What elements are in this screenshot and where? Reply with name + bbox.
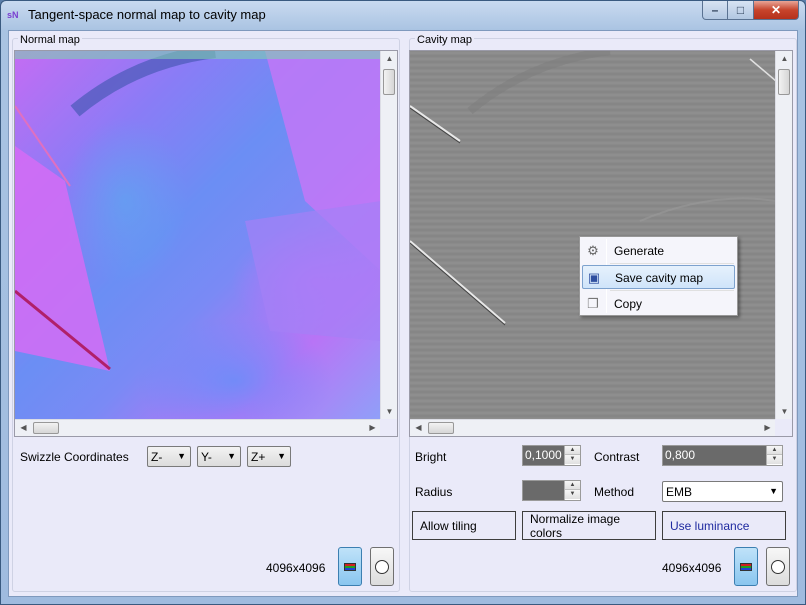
swizzle-x-select[interactable]: Z- ▼ [147,446,191,467]
normalize-image-colors-toggle[interactable]: Normalize image colors [522,511,656,540]
spin-down-icon[interactable]: ▼ [565,490,580,499]
title-bar[interactable]: sN Tangent-space normal map to cavity ma… [1,1,805,29]
menu-item-save-label: Save cavity map [615,271,704,285]
swizzle-y-value: Y- [201,450,212,464]
chevron-down-icon: ▼ [769,486,778,496]
vertical-scroll-thumb[interactable] [778,69,790,95]
menu-item-generate[interactable]: ⚙ Generate [582,239,735,263]
use-luminance-toggle[interactable]: Use luminance [662,511,786,540]
scroll-left-icon[interactable]: ◀ [15,423,32,433]
swizzle-z-value: Z+ [251,450,266,464]
normal-map-vertical-scrollbar[interactable]: ▲ ▼ [380,51,397,421]
swizzle-coordinates-label: Swizzle Coordinates [20,450,129,464]
cavity-map-size-label: 4096x4096 [662,561,722,575]
contrast-label: Contrast [594,450,640,464]
normal-map-group-label: Normal map [18,34,82,46]
menu-separator [610,263,734,264]
circle-icon [375,559,389,574]
method-label: Method [594,485,635,499]
menu-item-generate-label: Generate [614,244,665,258]
spin-up-icon[interactable]: ▲ [565,481,580,490]
normal-map-horizontal-scrollbar[interactable]: ◀ ▶ [15,419,381,436]
normal-map-panel: Normal map ▲ ▼ ◀ ▶ Swizzle Coordinates Z… [9,31,402,594]
gear-icon: ⚙ [587,243,599,258]
scroll-down-icon[interactable]: ▼ [776,407,792,417]
copy-icon: ❐ [587,296,599,311]
horizontal-scroll-thumb[interactable] [33,422,59,434]
cavity-map-color-toggle-button[interactable] [734,547,758,586]
chevron-down-icon: ▼ [177,451,186,461]
chevron-down-icon: ▼ [227,451,236,461]
normal-map-size-label: 4096x4096 [266,561,326,575]
app-icon: sN [7,10,19,20]
scroll-right-icon[interactable]: ▶ [364,423,381,433]
allow-tiling-toggle[interactable]: Allow tiling [412,511,516,540]
scroll-up-icon[interactable]: ▲ [776,54,792,64]
swizzle-y-select[interactable]: Y- ▼ [197,446,241,467]
menu-item-copy[interactable]: ❐ Copy [582,292,735,316]
contrast-value[interactable]: 0,800 [663,446,766,465]
scroll-left-icon[interactable]: ◀ [410,423,427,433]
spin-down-icon[interactable]: ▼ [565,455,580,464]
circle-icon [771,559,785,574]
chevron-down-icon: ▼ [277,451,286,461]
scrollbar-corner [775,419,792,436]
radius-label: Radius [415,485,453,499]
radius-spinner[interactable]: ▲ ▼ [522,480,581,501]
contrast-spinner[interactable]: 0,800 ▲ ▼ [662,445,783,466]
scroll-down-icon[interactable]: ▼ [381,407,397,417]
scrollbar-corner [380,419,397,436]
app-window: sN Tangent-space normal map to cavity ma… [0,0,806,605]
normal-map-viewer[interactable]: ▲ ▼ ◀ ▶ [14,50,398,437]
bright-label: Bright [415,450,447,464]
menu-item-copy-label: Copy [614,297,643,311]
normal-map-image [15,51,381,421]
method-value: EMB [666,485,693,499]
maximize-button[interactable]: □ [728,1,754,20]
normal-map-texture [15,51,381,371]
method-select[interactable]: EMB ▼ [662,481,783,502]
radius-spinner-buttons[interactable]: ▲ ▼ [564,481,580,500]
rgb-icon [740,562,752,571]
spin-up-icon[interactable]: ▲ [767,446,782,455]
cavity-map-vertical-scrollbar[interactable]: ▲ ▼ [775,51,792,421]
radius-value[interactable] [523,481,564,500]
normal-map-circle-button[interactable] [370,547,394,586]
bright-value[interactable]: 0,1000 [523,446,564,465]
bright-spinner[interactable]: 0,1000 ▲ ▼ [522,445,581,466]
cavity-map-circle-button[interactable] [766,547,790,586]
cavity-map-group-label: Cavity map [415,34,475,46]
menu-item-save-cavity-map[interactable]: ▣ Save cavity map [582,265,735,289]
normal-map-color-toggle-button[interactable] [338,547,362,586]
floppy-disk-icon: ▣ [587,270,601,285]
cavity-map-horizontal-scrollbar[interactable]: ◀ ▶ [410,419,776,436]
bright-spinner-buttons[interactable]: ▲ ▼ [564,446,580,465]
spin-down-icon[interactable]: ▼ [767,455,782,464]
horizontal-scroll-thumb[interactable] [428,422,454,434]
close-button[interactable]: ✕ [754,1,799,20]
contrast-spinner-buttons[interactable]: ▲ ▼ [766,446,782,465]
context-menu: ⚙ Generate ▣ Save cavity map ❐ Copy [579,236,738,316]
vertical-scroll-thumb[interactable] [383,69,395,95]
minimize-button[interactable]: – [702,1,728,20]
spin-up-icon[interactable]: ▲ [565,446,580,455]
scroll-right-icon[interactable]: ▶ [759,423,776,433]
window-title: Tangent-space normal map to cavity map [28,7,266,22]
window-controls: – □ ✕ [702,1,799,21]
swizzle-x-value: Z- [151,450,163,464]
rgb-icon [344,562,356,571]
swizzle-z-select[interactable]: Z+ ▼ [247,446,291,467]
menu-separator [610,290,734,291]
scroll-up-icon[interactable]: ▲ [381,54,397,64]
